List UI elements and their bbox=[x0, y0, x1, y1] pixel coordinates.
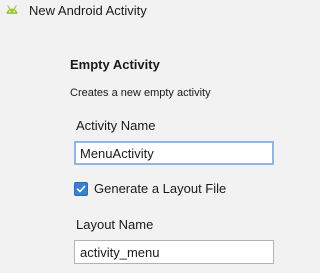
layout-name-input[interactable] bbox=[74, 240, 274, 264]
generate-layout-checkbox-row[interactable]: Generate a Layout File bbox=[74, 180, 226, 198]
activity-name-label: Activity Name bbox=[76, 118, 156, 133]
checkmark-icon bbox=[76, 185, 86, 193]
title-bar: New Android Activity bbox=[0, 0, 255, 24]
generate-layout-checkbox[interactable] bbox=[74, 182, 88, 196]
generate-layout-label[interactable]: Generate a Layout File bbox=[94, 181, 226, 197]
template-description: Creates a new empty activity bbox=[70, 87, 211, 99]
template-heading: Empty Activity bbox=[70, 57, 160, 72]
activity-name-input[interactable] bbox=[74, 141, 274, 165]
layout-name-label: Layout Name bbox=[76, 217, 154, 232]
window-title: New Android Activity bbox=[29, 3, 147, 18]
android-icon bbox=[4, 3, 20, 19]
